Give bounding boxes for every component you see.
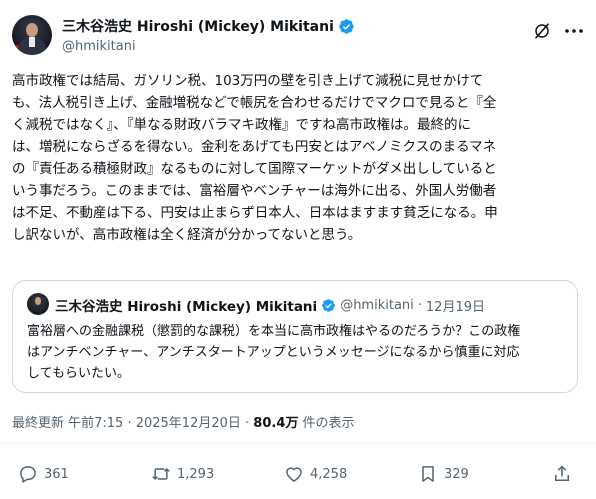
quoted-author-display-name: 三木谷浩史 Hiroshi (Mickey) Mikitani — [55, 299, 318, 315]
reply-icon — [20, 466, 36, 483]
tweet-body-text: 高市政権では結局、ガソリン税、103万円の壁を引き上げて減税に見せかけて も、法… — [12, 73, 498, 243]
quoted-tweet-text: 富裕層への金融課税（懲罰的な課税）を本当に高市政権はやるのだろうか？この政権 は… — [27, 324, 521, 381]
heart-icon — [286, 467, 302, 482]
like-button[interactable]: 4,258 — [284, 460, 347, 488]
more-options-icon[interactable] — [564, 24, 584, 38]
bookmark-icon — [422, 466, 434, 482]
reply-count: 361 — [44, 466, 69, 482]
author-avatar[interactable] — [12, 15, 52, 55]
action-bar: 361 1,293 4,258 329 — [12, 460, 584, 488]
grok-icon[interactable] — [533, 22, 551, 40]
tweet-meta: 最終更新 午前7:15 · 2025年12月20日 · 80.4万 件の表示 — [12, 412, 355, 431]
author-info: 三木谷浩史 Hiroshi (Mickey) Mikitani @hmikita… — [62, 16, 355, 54]
share-icon — [555, 465, 569, 481]
last-edited-timestamp[interactable]: 最終更新 午前7:15 · 2025年12月20日 · — [12, 416, 253, 431]
bookmark-count: 329 — [444, 466, 469, 482]
like-count: 4,258 — [310, 466, 348, 482]
reply-button[interactable]: 361 — [18, 460, 69, 488]
quoted-tweet-date: 12月19日 — [425, 299, 485, 315]
quoted-tweet-header: 三木谷浩史 Hiroshi (Mickey) Mikitani @hmikita… — [55, 295, 485, 316]
repost-button[interactable]: 1,293 — [151, 460, 214, 488]
verified-badge-icon — [339, 18, 354, 34]
quoted-tweet-card[interactable]: 三木谷浩史 Hiroshi (Mickey) Mikitani @hmikita… — [12, 280, 578, 393]
quoted-verified-badge-icon — [322, 298, 336, 312]
bookmark-button[interactable]: 329 — [418, 460, 469, 488]
views-count: 80.4万 — [253, 416, 299, 431]
views-label: 件の表示 — [298, 416, 355, 431]
tweet-header: 三木谷浩史 Hiroshi (Mickey) Mikitani @hmikita… — [12, 12, 584, 64]
quoted-author-handle: @hmikitani — [340, 297, 414, 313]
share-button[interactable] — [552, 460, 578, 488]
repost-count: 1,293 — [177, 466, 215, 482]
repost-icon — [152, 467, 170, 481]
author-handle[interactable]: @hmikitani — [62, 39, 355, 54]
author-display-name[interactable]: 三木谷浩史 Hiroshi (Mickey) Mikitani — [62, 16, 334, 36]
quoted-author-avatar — [27, 293, 49, 315]
quoted-separator: · — [417, 297, 422, 313]
actions-divider — [0, 443, 596, 444]
